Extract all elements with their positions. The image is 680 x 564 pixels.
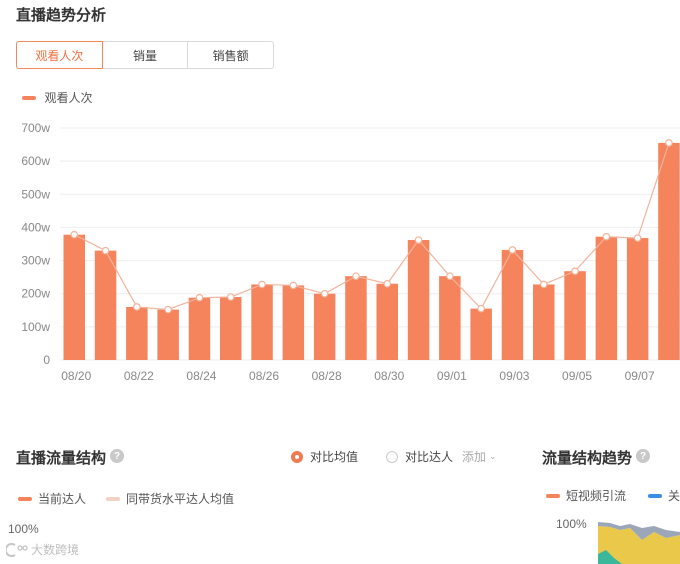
x-tick-label: 08/20 bbox=[61, 369, 91, 383]
tab-sales[interactable]: 销量 bbox=[101, 41, 189, 69]
legend-swatch bbox=[648, 493, 662, 498]
data-point bbox=[446, 272, 454, 280]
x-tick-label: 08/22 bbox=[124, 369, 154, 383]
metric-tabs: 观看人次 销量 销售额 bbox=[16, 41, 275, 69]
data-point bbox=[226, 293, 235, 301]
y-tick-label: 300w bbox=[21, 254, 50, 268]
tab-revenue[interactable]: 销售额 bbox=[187, 41, 275, 69]
data-point bbox=[414, 236, 423, 244]
legend-swatch bbox=[106, 496, 121, 501]
data-point bbox=[383, 279, 392, 288]
x-tick-label: 08/28 bbox=[312, 369, 342, 383]
bar bbox=[376, 283, 398, 360]
compare-average-option[interactable]: 对比均值 bbox=[291, 448, 358, 465]
y-tick-label: 0 bbox=[43, 353, 50, 367]
help-icon[interactable]: ? bbox=[636, 449, 650, 463]
data-point bbox=[352, 272, 360, 280]
bar bbox=[94, 250, 117, 360]
bar bbox=[313, 293, 336, 360]
compare-influencer-option[interactable]: 对比达人 添加 ⌄ bbox=[386, 448, 497, 465]
data-point bbox=[195, 293, 204, 302]
legend-swatch bbox=[546, 493, 560, 498]
bar bbox=[220, 297, 242, 360]
add-influencer-select[interactable]: 添加 bbox=[462, 448, 486, 465]
data-point bbox=[477, 304, 485, 313]
data-point bbox=[508, 246, 517, 254]
x-tick-label: 09/01 bbox=[437, 369, 467, 383]
data-point bbox=[539, 280, 548, 289]
data-point bbox=[70, 230, 79, 239]
watermark: 大数跨境 bbox=[6, 541, 79, 558]
trend-legend: 短视频引流 关 bbox=[546, 487, 680, 504]
legend-label-other: 关 bbox=[668, 489, 680, 503]
flow-trend-chart bbox=[598, 520, 680, 564]
data-point bbox=[633, 234, 642, 242]
bar bbox=[345, 276, 367, 360]
flow-legend: 当前达人 同带货水平达人均值 bbox=[18, 490, 234, 507]
radio-selected-icon bbox=[291, 450, 303, 463]
y-tick-label: 100w bbox=[21, 320, 50, 334]
data-point bbox=[101, 246, 110, 255]
tab-views[interactable]: 观看人次 bbox=[16, 41, 103, 69]
flow-trend-title: 流量结构趋势 bbox=[542, 450, 633, 467]
legend-label-average: 同带货水平达人均值 bbox=[126, 492, 235, 506]
trend-axis-label: 100% bbox=[556, 517, 587, 531]
data-point bbox=[602, 232, 611, 241]
legend-swatch bbox=[18, 496, 32, 501]
bar bbox=[501, 249, 524, 360]
page-title: 直播趋势分析 bbox=[16, 7, 107, 24]
compare-average-label: 对比均值 bbox=[310, 450, 359, 464]
chevron-down-icon: ⌄ bbox=[489, 451, 497, 461]
bar bbox=[658, 142, 680, 360]
radio-unselected-icon bbox=[386, 450, 398, 463]
bar bbox=[470, 308, 492, 360]
flow-axis-label: 100% bbox=[8, 522, 39, 536]
help-icon[interactable]: ? bbox=[110, 449, 124, 463]
legend-label-short-video: 短视频引流 bbox=[566, 489, 627, 503]
data-point bbox=[289, 281, 298, 290]
bar bbox=[63, 234, 85, 360]
x-tick-label: 08/26 bbox=[249, 369, 279, 383]
legend-label-current: 当前达人 bbox=[38, 492, 87, 506]
bar bbox=[564, 271, 586, 360]
bar bbox=[282, 285, 305, 360]
chart-legend: 观看人次 bbox=[22, 89, 92, 107]
x-tick-label: 09/07 bbox=[625, 369, 655, 383]
y-tick-label: 400w bbox=[21, 220, 50, 234]
x-tick-label: 09/05 bbox=[562, 369, 592, 383]
x-tick-label: 08/30 bbox=[374, 369, 404, 383]
data-point bbox=[320, 289, 329, 298]
data-point bbox=[258, 280, 266, 289]
y-tick-label: 500w bbox=[21, 187, 50, 201]
data-point bbox=[164, 305, 172, 314]
flow-structure-title: 直播流量结构 bbox=[16, 450, 107, 467]
x-tick-label: 08/24 bbox=[186, 369, 216, 383]
x-tick-label: 09/03 bbox=[499, 369, 529, 383]
data-point bbox=[133, 303, 141, 311]
y-tick-label: 200w bbox=[21, 287, 50, 301]
bar bbox=[595, 236, 618, 360]
data-point bbox=[665, 139, 673, 147]
bar bbox=[126, 306, 148, 360]
y-tick-label: 600w bbox=[21, 154, 50, 168]
data-point bbox=[571, 267, 579, 275]
bar bbox=[407, 240, 430, 360]
bar bbox=[439, 276, 461, 360]
bar bbox=[188, 297, 211, 360]
bar bbox=[157, 309, 179, 360]
compare-influencer-label: 对比达人 bbox=[405, 450, 454, 464]
legend-swatch bbox=[22, 95, 36, 100]
watermark-logo-icon bbox=[6, 542, 28, 557]
bar bbox=[251, 284, 273, 360]
watermark-text: 大数跨境 bbox=[31, 543, 80, 557]
views-trend-chart: 0 100w 200w 300w 400w 500w 600w 700w 08/20 08/22 0… bbox=[21, 121, 680, 383]
bar bbox=[626, 238, 649, 360]
y-tick-label: 700w bbox=[21, 121, 50, 135]
legend-label: 观看人次 bbox=[44, 91, 93, 105]
bar bbox=[533, 284, 555, 360]
